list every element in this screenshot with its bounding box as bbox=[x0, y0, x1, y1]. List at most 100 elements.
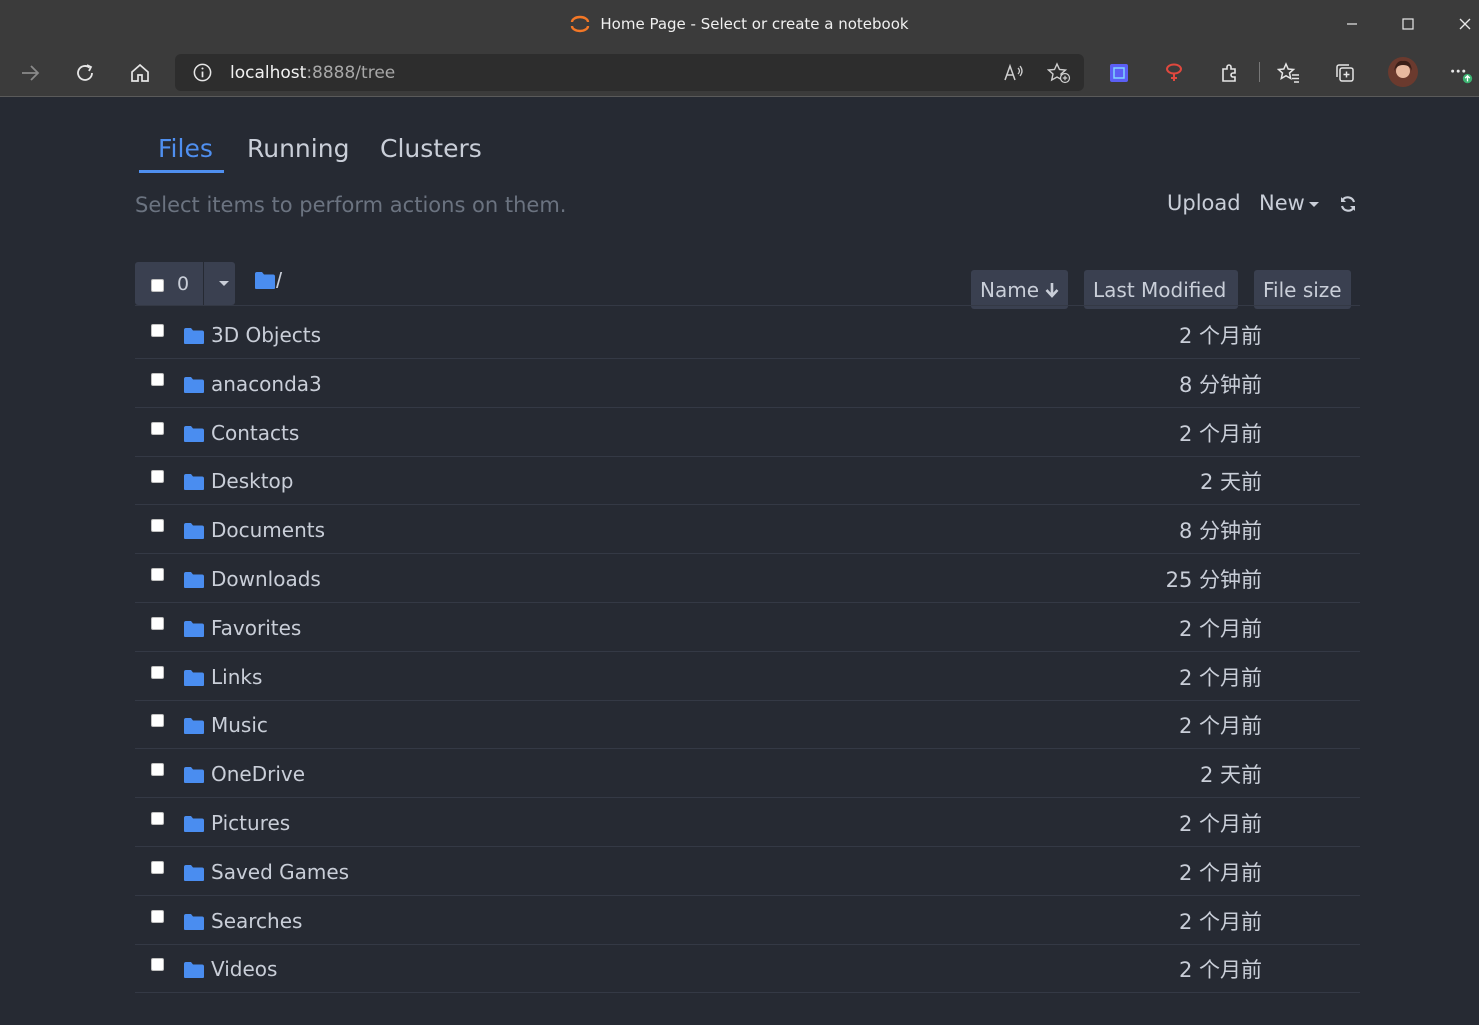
folder-icon bbox=[184, 328, 204, 344]
more-button[interactable] bbox=[1448, 60, 1474, 86]
item-last-modified: 2 个月前 bbox=[1178, 958, 1262, 983]
folder-icon bbox=[184, 767, 204, 784]
refresh-icon[interactable] bbox=[1338, 194, 1358, 214]
row-checkbox[interactable] bbox=[151, 665, 164, 679]
item-last-modified: 8 分钟前 bbox=[1178, 519, 1262, 544]
select-all-checkbox[interactable] bbox=[151, 279, 164, 292]
selection-divider bbox=[203, 262, 204, 305]
window-title: Home Page - Select or create a notebook bbox=[600, 15, 909, 33]
minimize-button[interactable] bbox=[1340, 12, 1364, 36]
selected-count: 0 bbox=[177, 273, 190, 295]
item-last-modified: 2 天前 bbox=[1199, 470, 1262, 495]
list-item[interactable]: Desktop 2 天前 bbox=[135, 456, 1360, 506]
item-name[interactable]: Pictures bbox=[211, 811, 290, 835]
item-name[interactable]: Downloads bbox=[211, 567, 321, 591]
item-name[interactable]: Videos bbox=[211, 957, 277, 981]
row-checkbox[interactable] bbox=[151, 616, 164, 630]
folder-icon bbox=[184, 864, 204, 881]
favorite-add-icon[interactable] bbox=[1047, 62, 1071, 84]
extension-button-1[interactable] bbox=[1106, 60, 1132, 86]
item-name[interactable]: Music bbox=[211, 713, 268, 737]
home-icon bbox=[131, 63, 149, 82]
folder-icon bbox=[184, 816, 204, 832]
item-name[interactable]: Documents bbox=[211, 518, 325, 542]
tab-files[interactable]: Files bbox=[158, 134, 213, 163]
address-bar[interactable]: localhost:8888/tree bbox=[175, 54, 1084, 91]
item-name[interactable]: 3D Objects bbox=[211, 323, 321, 347]
item-name[interactable]: Links bbox=[211, 665, 262, 689]
reload-button[interactable] bbox=[72, 60, 98, 86]
close-icon bbox=[1459, 18, 1471, 30]
sort-by-file-size-button[interactable]: File size bbox=[1254, 270, 1351, 309]
row-checkbox[interactable] bbox=[151, 519, 164, 533]
list-item[interactable]: Links 2 个月前 bbox=[135, 652, 1360, 701]
breadcrumb-root[interactable]: / bbox=[276, 268, 282, 294]
extension-icon bbox=[1222, 64, 1236, 82]
item-name[interactable]: Searches bbox=[211, 909, 302, 933]
selection-hint: Select items to perform actions on them. bbox=[135, 193, 567, 217]
forward-icon bbox=[22, 65, 40, 81]
item-name[interactable]: Favorites bbox=[211, 616, 301, 640]
list-item[interactable]: Music 2 个月前 bbox=[135, 700, 1360, 750]
new-dropdown-button[interactable]: New bbox=[1259, 191, 1319, 215]
list-item[interactable]: Documents 8 分钟前 bbox=[135, 505, 1360, 555]
row-checkbox[interactable] bbox=[151, 763, 164, 777]
folder-icon bbox=[184, 718, 204, 735]
sort-by-name-button[interactable]: Name bbox=[971, 270, 1068, 309]
tab-clusters[interactable]: Clusters bbox=[380, 134, 482, 163]
row-checkbox[interactable] bbox=[151, 568, 164, 581]
item-name[interactable]: Contacts bbox=[211, 421, 299, 445]
item-last-modified: 25 分钟前 bbox=[1165, 568, 1262, 592]
upload-button[interactable]: Upload bbox=[1167, 191, 1241, 215]
tab-running[interactable]: Running bbox=[247, 134, 349, 163]
list-header-divider bbox=[135, 305, 1360, 306]
row-checkbox[interactable] bbox=[151, 372, 164, 386]
row-checkbox[interactable] bbox=[151, 860, 164, 874]
more-icon bbox=[1451, 69, 1473, 84]
row-checkbox[interactable] bbox=[151, 470, 164, 484]
folder-icon bbox=[184, 425, 204, 442]
close-button[interactable] bbox=[1453, 12, 1477, 36]
jupyter-logo-icon bbox=[571, 15, 590, 33]
item-name[interactable]: Saved Games bbox=[211, 860, 349, 884]
reload-icon bbox=[77, 64, 93, 81]
item-last-modified: 2 个月前 bbox=[1178, 421, 1262, 446]
maximize-button[interactable] bbox=[1396, 12, 1420, 36]
folder-icon bbox=[184, 669, 204, 686]
folder-icon[interactable] bbox=[254, 271, 276, 290]
row-checkbox[interactable] bbox=[151, 324, 164, 337]
forward-button[interactable] bbox=[17, 60, 43, 86]
list-item[interactable]: Contacts 2 个月前 bbox=[135, 408, 1360, 457]
info-icon[interactable] bbox=[192, 62, 213, 83]
select-all-dropdown: 0 bbox=[135, 262, 235, 305]
folder-icon bbox=[184, 523, 204, 540]
read-aloud-icon[interactable] bbox=[1003, 62, 1025, 84]
list-item[interactable]: Saved Games 2 个月前 bbox=[135, 847, 1360, 896]
row-checkbox[interactable] bbox=[151, 958, 164, 972]
list-item[interactable]: Downloads 25 分钟前 bbox=[135, 554, 1360, 603]
item-name[interactable]: Desktop bbox=[211, 469, 293, 493]
toolbar-separator bbox=[1259, 62, 1260, 82]
row-checkbox[interactable] bbox=[151, 714, 164, 728]
extension-button-2[interactable] bbox=[1161, 60, 1187, 86]
item-name[interactable]: OneDrive bbox=[211, 762, 305, 786]
list-item[interactable]: anaconda3 8 分钟前 bbox=[135, 359, 1360, 408]
profile-avatar[interactable] bbox=[1388, 57, 1418, 87]
folder-icon bbox=[184, 572, 204, 588]
list-item[interactable]: Favorites 2 个月前 bbox=[135, 603, 1360, 652]
item-name[interactable]: anaconda3 bbox=[211, 372, 322, 396]
favorites-button[interactable] bbox=[1276, 60, 1302, 86]
row-checkbox[interactable] bbox=[151, 812, 164, 825]
list-item[interactable]: OneDrive 2 天前 bbox=[135, 749, 1360, 799]
home-button[interactable] bbox=[127, 60, 153, 86]
list-item[interactable]: Pictures 2 个月前 bbox=[135, 798, 1360, 847]
collections-button[interactable] bbox=[1332, 60, 1358, 86]
sort-by-last-modified-button[interactable]: Last Modified bbox=[1084, 270, 1238, 309]
row-checkbox[interactable] bbox=[151, 421, 164, 435]
extensions-button[interactable] bbox=[1216, 60, 1242, 86]
row-checkbox[interactable] bbox=[151, 909, 164, 923]
list-item[interactable]: Searches 2 个月前 bbox=[135, 896, 1360, 945]
list-item[interactable]: Videos 2 个月前 bbox=[135, 944, 1360, 994]
list-item[interactable]: 3D Objects 2 个月前 bbox=[135, 310, 1360, 359]
chevron-down-icon[interactable] bbox=[219, 281, 229, 286]
